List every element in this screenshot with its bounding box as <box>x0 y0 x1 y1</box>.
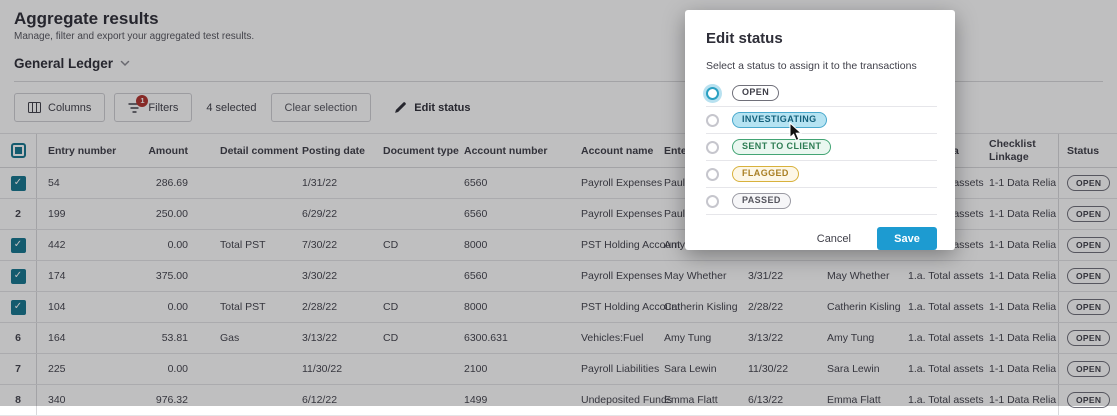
radio-unselected-icon[interactable] <box>706 195 719 208</box>
status-option-sent_to_client[interactable]: SENT TO CLIENT <box>706 134 937 161</box>
modal-title: Edit status <box>706 30 937 47</box>
status-option-investigating[interactable]: INVESTIGATING <box>706 107 937 134</box>
status-option-passed[interactable]: PASSED <box>706 188 937 215</box>
status-option-flagged[interactable]: FLAGGED <box>706 161 937 188</box>
status-pill-investigating: INVESTIGATING <box>732 112 827 129</box>
status-pill-open: OPEN <box>732 85 779 102</box>
radio-unselected-icon[interactable] <box>706 141 719 154</box>
status-pill-passed: PASSED <box>732 193 791 210</box>
status-option-list: OPEN INVESTIGATING SENT TO CLIENT FLAGGED PA… <box>706 80 937 215</box>
status-pill-sent_to_client: SENT TO CLIENT <box>732 139 831 156</box>
save-button[interactable]: Save <box>877 227 937 250</box>
edit-status-modal: Edit status Select a status to assign it… <box>685 10 955 250</box>
radio-selected-icon[interactable] <box>706 87 719 100</box>
status-option-open[interactable]: OPEN <box>706 80 937 107</box>
status-pill-flagged: FLAGGED <box>732 166 799 183</box>
radio-unselected-icon[interactable] <box>706 114 719 127</box>
radio-unselected-icon[interactable] <box>706 168 719 181</box>
modal-footer: Cancel Save <box>706 227 937 250</box>
cancel-button[interactable]: Cancel <box>817 233 851 245</box>
modal-description: Select a status to assign it to the tran… <box>706 60 937 72</box>
